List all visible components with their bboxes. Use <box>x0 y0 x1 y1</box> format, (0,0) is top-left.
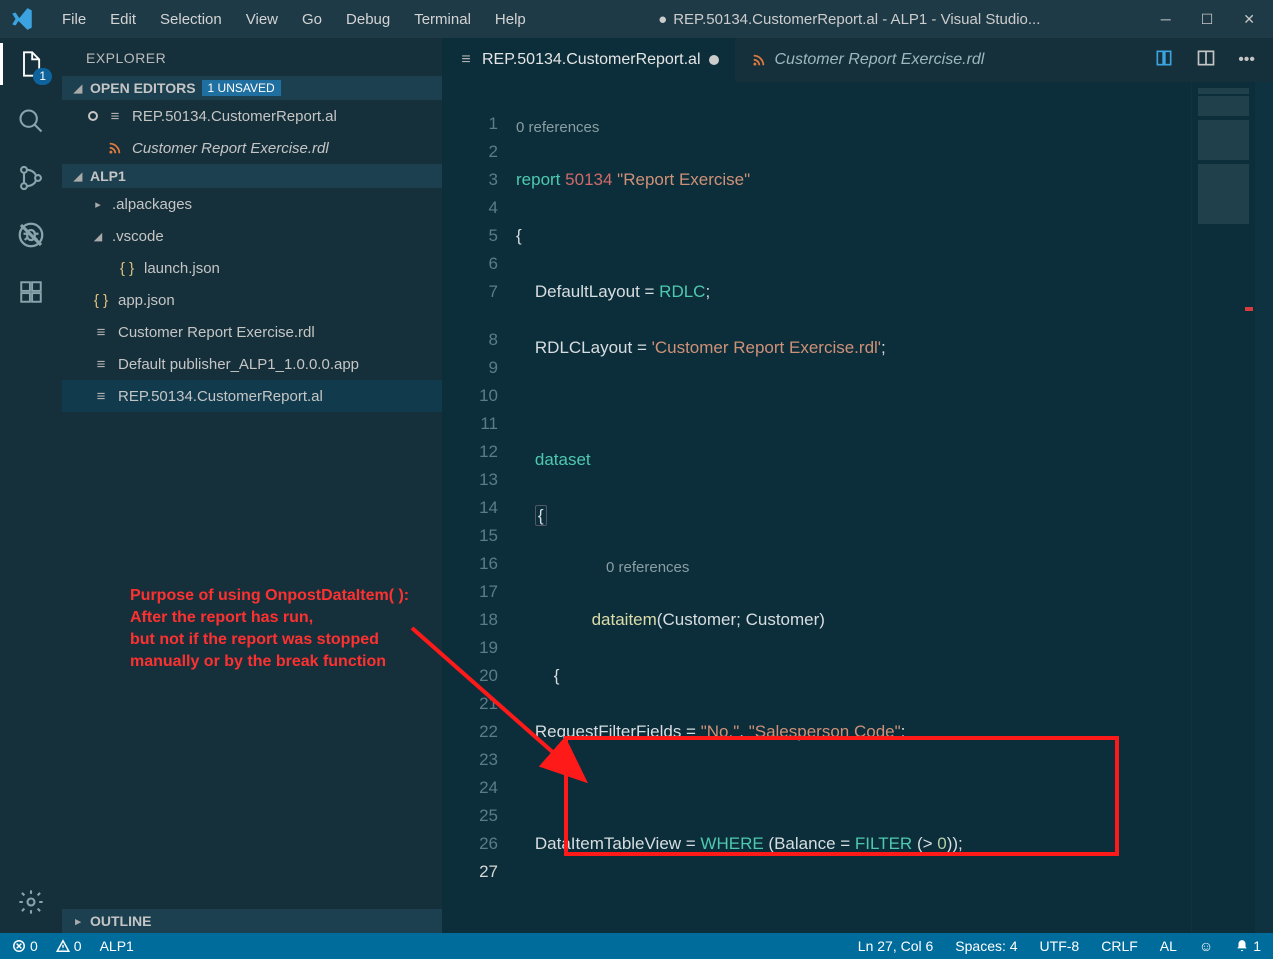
window-title-text: REP.50134.CustomerReport.al - ALP1 - Vis… <box>673 11 1040 28</box>
status-feedback-icon[interactable]: ☺ <box>1199 938 1213 954</box>
tree-label: app.json <box>118 292 175 309</box>
open-editor-label: Customer Report Exercise.rdl <box>132 140 329 157</box>
status-cursor-position[interactable]: Ln 27, Col 6 <box>858 938 934 954</box>
window-title: ● REP.50134.CustomerReport.al - ALP1 - V… <box>538 11 1161 28</box>
menu-help[interactable]: Help <box>483 7 538 32</box>
editor-actions: ••• <box>1136 38 1273 82</box>
status-encoding[interactable]: UTF-8 <box>1040 938 1080 954</box>
maximize-button[interactable]: ☐ <box>1201 11 1214 28</box>
tree-label: .vscode <box>112 228 164 245</box>
open-editors-label: OPEN EDITORS <box>90 80 196 96</box>
menu-selection[interactable]: Selection <box>148 7 234 32</box>
tree-label: REP.50134.CustomerReport.al <box>118 388 323 405</box>
more-actions-icon[interactable]: ••• <box>1238 51 1255 69</box>
braces-icon: { } <box>118 260 136 277</box>
minimap[interactable] <box>1191 82 1255 933</box>
open-editors-section[interactable]: ◢ OPEN EDITORS 1 UNSAVED <box>62 76 442 100</box>
tree-label: Customer Report Exercise.rdl <box>118 324 315 341</box>
chevron-right-icon: ▸ <box>72 915 84 928</box>
status-eol[interactable]: CRLF <box>1101 938 1138 954</box>
editor-tabs: ≡ REP.50134.CustomerReport.al Customer R… <box>442 38 1273 82</box>
tab-customerreport[interactable]: ≡ REP.50134.CustomerReport.al <box>442 38 735 82</box>
file-icon: ≡ <box>92 388 110 405</box>
status-bar: 0 0 ALP1 Ln 27, Col 6 Spaces: 4 UTF-8 CR… <box>0 933 1273 959</box>
outline-label: OUTLINE <box>90 913 151 929</box>
tab-label: REP.50134.CustomerReport.al <box>482 51 701 69</box>
menu-debug[interactable]: Debug <box>334 7 402 32</box>
minimize-button[interactable]: ─ <box>1161 11 1171 28</box>
dirty-dot-icon <box>709 55 719 65</box>
menu-edit[interactable]: Edit <box>98 7 148 32</box>
explorer-badge: 1 <box>33 68 52 85</box>
explorer-title: EXPLORER <box>62 38 442 76</box>
dirty-dot-icon <box>88 111 98 121</box>
status-workspace[interactable]: ALP1 <box>100 938 134 954</box>
status-indentation[interactable]: Spaces: 4 <box>955 938 1017 954</box>
workspace-name: ALP1 <box>90 168 126 184</box>
explorer-sidebar: EXPLORER ◢ OPEN EDITORS 1 UNSAVED ≡ REP.… <box>62 38 442 933</box>
split-editor-icon[interactable] <box>1196 48 1216 73</box>
vscode-logo-icon <box>8 5 36 33</box>
window-controls: ─ ☐ ✕ <box>1161 11 1265 28</box>
status-notifications-icon[interactable]: 1 <box>1235 938 1261 954</box>
tree-label: Default publisher_ALP1_1.0.0.0.app <box>118 356 359 373</box>
chevron-down-icon: ◢ <box>72 82 84 95</box>
code-editor[interactable]: 1234567 89101112131415161718192021222324… <box>442 82 1273 933</box>
chevron-down-icon: ◢ <box>72 170 84 183</box>
open-editor-label: REP.50134.CustomerReport.al <box>132 108 337 125</box>
workspace-section[interactable]: ◢ ALP1 <box>62 164 442 188</box>
vertical-scrollbar[interactable] <box>1255 82 1273 933</box>
scm-activity-icon[interactable] <box>15 162 47 194</box>
tree-file-rdl[interactable]: ≡ Customer Report Exercise.rdl <box>62 316 442 348</box>
tree-file-launch[interactable]: { } launch.json <box>62 252 442 284</box>
tree-file-appjson[interactable]: { } app.json <box>62 284 442 316</box>
file-icon: ≡ <box>92 324 110 341</box>
menu-terminal[interactable]: Terminal <box>402 7 483 32</box>
status-language[interactable]: AL <box>1160 938 1177 954</box>
tree-file-report-al[interactable]: ≡ REP.50134.CustomerReport.al <box>62 380 442 412</box>
file-icon: ≡ <box>458 51 474 69</box>
open-editor-item[interactable]: ≡ REP.50134.CustomerReport.al <box>62 100 442 132</box>
rss-icon <box>751 53 767 67</box>
titlebar: File Edit Selection View Go Debug Termin… <box>0 0 1273 38</box>
activity-bar: 1 <box>0 38 62 933</box>
rss-icon <box>106 141 124 155</box>
tree-label: launch.json <box>144 260 220 277</box>
open-editor-item[interactable]: Customer Report Exercise.rdl <box>62 132 442 164</box>
debug-activity-icon[interactable] <box>15 219 47 251</box>
braces-icon: { } <box>92 292 110 309</box>
code-content[interactable]: 0 references report 50134 "Report Exerci… <box>512 82 1191 933</box>
menu-go[interactable]: Go <box>290 7 334 32</box>
menu-view[interactable]: View <box>234 7 290 32</box>
tab-label: Customer Report Exercise.rdl <box>775 51 985 69</box>
file-icon: ≡ <box>106 108 124 125</box>
tree-file-app[interactable]: ≡ Default publisher_ALP1_1.0.0.0.app <box>62 348 442 380</box>
codelens-references[interactable]: 0 references <box>516 558 1191 578</box>
extensions-activity-icon[interactable] <box>15 276 47 308</box>
file-tree: ▸ .alpackages ◢ .vscode { } launch.json … <box>62 188 442 412</box>
outline-section[interactable]: ▸ OUTLINE <box>62 909 442 933</box>
close-button[interactable]: ✕ <box>1243 11 1255 28</box>
compare-changes-icon[interactable] <box>1154 48 1174 73</box>
settings-gear-icon[interactable] <box>15 886 47 918</box>
search-activity-icon[interactable] <box>15 105 47 137</box>
tree-label: .alpackages <box>112 196 192 213</box>
status-errors[interactable]: 0 <box>12 938 38 954</box>
menubar: File Edit Selection View Go Debug Termin… <box>50 7 538 32</box>
editor-area: ≡ REP.50134.CustomerReport.al Customer R… <box>442 38 1273 933</box>
codelens-references[interactable]: 0 references <box>516 118 1191 138</box>
tree-folder-vscode[interactable]: ◢ .vscode <box>62 220 442 252</box>
chevron-right-icon: ▸ <box>92 198 104 211</box>
file-icon: ≡ <box>92 356 110 373</box>
dirty-indicator-icon: ● <box>658 11 667 28</box>
tab-rdl[interactable]: Customer Report Exercise.rdl <box>735 38 1001 82</box>
chevron-down-icon: ◢ <box>92 230 104 243</box>
unsaved-badge: 1 UNSAVED <box>202 80 281 96</box>
menu-file[interactable]: File <box>50 7 98 32</box>
tree-folder-alpackages[interactable]: ▸ .alpackages <box>62 188 442 220</box>
explorer-activity-icon[interactable]: 1 <box>15 48 47 80</box>
status-warnings[interactable]: 0 <box>56 938 82 954</box>
line-gutter: 1234567 89101112131415161718192021222324… <box>442 82 512 933</box>
